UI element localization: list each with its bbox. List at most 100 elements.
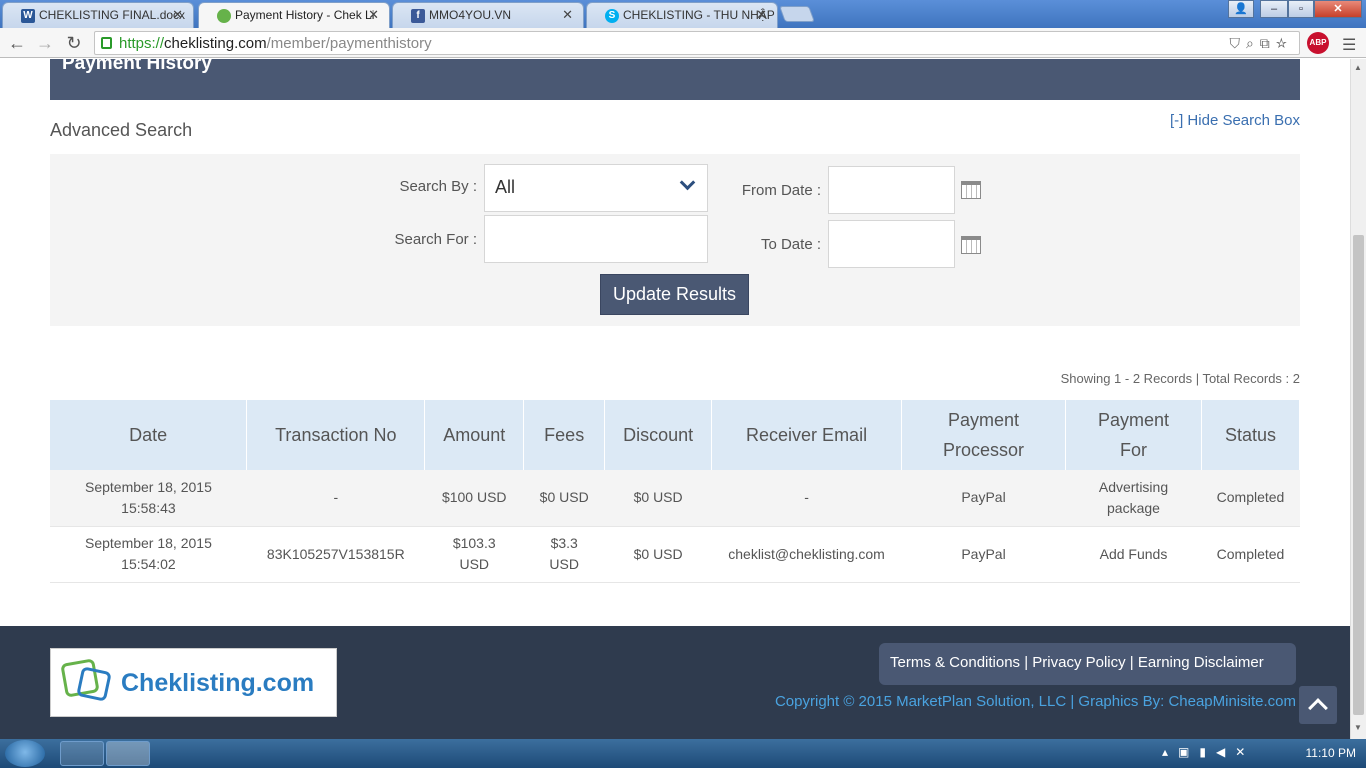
cell-transaction-no: 83K105257V153815R xyxy=(246,526,425,583)
back-to-top-button[interactable] xyxy=(1299,686,1337,724)
close-tab-icon[interactable]: ✕ xyxy=(172,7,183,23)
address-bar[interactable]: https://cheklisting.com/member/paymenthi… xyxy=(94,31,1300,55)
tab-title: MMO4YOU.VN xyxy=(429,8,512,22)
page-viewport: Payment History Advanced Search [-] Hide… xyxy=(0,59,1350,739)
to-date-label: To Date : xyxy=(760,236,821,253)
close-tab-icon[interactable]: ✕ xyxy=(562,7,573,23)
taskbar-media-app[interactable] xyxy=(60,741,104,766)
back-icon[interactable]: ← xyxy=(6,32,28,54)
header-date: Date xyxy=(50,400,248,470)
tab-cheklisting-thu-nhap[interactable]: S CHEKLISTING - THU NHẬP ✕ xyxy=(586,2,778,28)
chevron-down-icon xyxy=(679,174,696,191)
omnibox-icons: ⛉⌕⧉☆ xyxy=(1229,35,1293,52)
cell-discount: $0 USD xyxy=(604,470,712,527)
tab-payment-history[interactable]: Payment History - Chek Li ✕ xyxy=(198,2,390,28)
forward-icon[interactable]: → xyxy=(34,32,56,54)
tab-title: CHEKLISTING FINAL.docx xyxy=(39,8,186,22)
header-fees: Fees xyxy=(523,400,606,470)
browser-tabstrip: W CHEKLISTING FINAL.docx ✕ Payment Histo… xyxy=(0,0,1366,28)
url-path: /member/paymenthistory xyxy=(266,35,432,52)
word-icon: W xyxy=(21,9,35,23)
scrollbar-thumb[interactable] xyxy=(1353,235,1364,715)
url-host: cheklisting.com xyxy=(164,35,267,52)
update-results-button[interactable]: Update Results xyxy=(600,274,749,315)
from-date-label: From Date : xyxy=(741,182,821,199)
user-icon[interactable]: 👤 xyxy=(1228,0,1254,18)
vertical-scrollbar[interactable]: ▲ ▼ xyxy=(1350,59,1366,739)
adblock-plus-icon[interactable]: ABP xyxy=(1307,32,1329,54)
calendar-icon[interactable] xyxy=(961,236,981,254)
cell-status: Completed xyxy=(1201,526,1300,583)
logo-text: Cheklisting.com xyxy=(121,669,315,697)
cell-payment-for: Add Funds xyxy=(1065,526,1202,583)
zoom-icon[interactable]: ⌕ xyxy=(1246,35,1260,51)
taskbar-clock[interactable]: 11:10 PM xyxy=(1306,746,1356,760)
from-date-input[interactable] xyxy=(828,166,955,214)
table-row: September 18, 2015 15:54:02 83K105257V15… xyxy=(50,526,1300,583)
close-window-button[interactable]: ✕ xyxy=(1314,0,1362,18)
search-by-select[interactable]: All xyxy=(484,164,708,212)
minimize-button[interactable]: – xyxy=(1260,0,1288,18)
tab-title: CHEKLISTING - THU NHẬP xyxy=(623,8,775,22)
url-scheme: https:// xyxy=(119,35,165,52)
cell-payment-for: Advertising package xyxy=(1065,470,1202,527)
bookmark-star-icon[interactable]: ☆ xyxy=(1276,35,1293,51)
page-title: Payment History xyxy=(62,59,212,74)
search-box: Search By : All Search For : From Date :… xyxy=(50,154,1300,326)
tab-word-doc[interactable]: W CHEKLISTING FINAL.docx ✕ xyxy=(2,2,194,28)
cell-transaction-no: - xyxy=(246,470,425,527)
records-summary: Showing 1 - 2 Records | Total Records : … xyxy=(1060,371,1300,386)
cell-discount: $0 USD xyxy=(604,526,712,583)
cell-amount: $100 USD xyxy=(424,470,524,527)
search-by-label: Search By : xyxy=(399,178,477,195)
search-for-label: Search For : xyxy=(394,231,477,248)
translate-icon[interactable]: ⧉ xyxy=(1260,35,1276,51)
table-row: September 18, 2015 15:58:43 - $100 USD $… xyxy=(50,470,1300,527)
footer-links[interactable]: Terms & Conditions | Privacy Policy | Ea… xyxy=(879,643,1296,685)
close-tab-icon[interactable]: ✕ xyxy=(368,7,379,23)
header-transaction-no: Transaction No xyxy=(246,400,426,470)
taskbar-chrome[interactable] xyxy=(106,741,150,766)
cell-receiver-email: - xyxy=(711,470,902,527)
maximize-button[interactable]: ▫ xyxy=(1288,0,1314,18)
tab-mmo4you[interactable]: f MMO4YOU.VN ✕ xyxy=(392,2,584,28)
system-tray-icons[interactable]: ▴▣▮◀✕ xyxy=(1162,745,1255,759)
cell-date: September 18, 2015 15:58:43 xyxy=(50,470,247,527)
cell-fees: $3.3 USD xyxy=(523,526,605,583)
header-payment-for: Payment For xyxy=(1065,400,1202,470)
header-status: Status xyxy=(1201,400,1301,470)
scroll-up-arrow-icon[interactable]: ▲ xyxy=(1354,63,1362,72)
cell-payment-processor: PayPal xyxy=(901,526,1066,583)
windows-taskbar: ▴▣▮◀✕ 11:10 PM xyxy=(0,739,1366,768)
cell-status: Completed xyxy=(1201,470,1300,527)
hide-search-box-link[interactable]: [-] Hide Search Box xyxy=(1170,112,1300,129)
search-by-value: All xyxy=(495,177,516,197)
header-amount: Amount xyxy=(424,400,525,470)
tab-title: Payment History - Chek Li xyxy=(235,8,375,22)
new-tab-button[interactable] xyxy=(779,6,815,22)
chevron-up-icon xyxy=(1308,698,1328,718)
scroll-down-arrow-icon[interactable]: ▼ xyxy=(1354,723,1362,732)
cell-receiver-email: cheklist@cheklisting.com xyxy=(711,526,902,583)
browser-toolbar: ← → ↻ https://cheklisting.com/member/pay… xyxy=(0,28,1366,58)
reload-icon[interactable]: ↻ xyxy=(63,32,85,54)
skype-icon: S xyxy=(605,9,619,23)
start-button[interactable] xyxy=(5,740,45,767)
lock-icon xyxy=(101,37,112,49)
header-payment-processor: Payment Processor xyxy=(901,400,1066,470)
cell-amount: $103.3 USD xyxy=(424,526,524,583)
cell-fees: $0 USD xyxy=(523,470,605,527)
header-discount: Discount xyxy=(604,400,713,470)
table-header-row: Date Transaction No Amount Fees Discount… xyxy=(50,400,1301,470)
to-date-input[interactable] xyxy=(828,220,955,268)
chrome-menu-icon[interactable]: ☰ xyxy=(1342,35,1356,55)
header-receiver-email: Receiver Email xyxy=(711,400,903,470)
calendar-icon[interactable] xyxy=(961,181,981,199)
payment-table: Date Transaction No Amount Fees Discount… xyxy=(50,400,1301,583)
copyright-text[interactable]: Copyright © 2015 MarketPlan Solution, LL… xyxy=(775,693,1296,710)
shield-icon[interactable]: ⛉ xyxy=(1229,35,1246,51)
advanced-search-title: Advanced Search xyxy=(50,120,193,140)
cheklisting-logo[interactable]: Cheklisting.com xyxy=(50,648,337,717)
close-tab-icon[interactable]: ✕ xyxy=(756,7,767,23)
search-for-input[interactable] xyxy=(484,215,708,263)
